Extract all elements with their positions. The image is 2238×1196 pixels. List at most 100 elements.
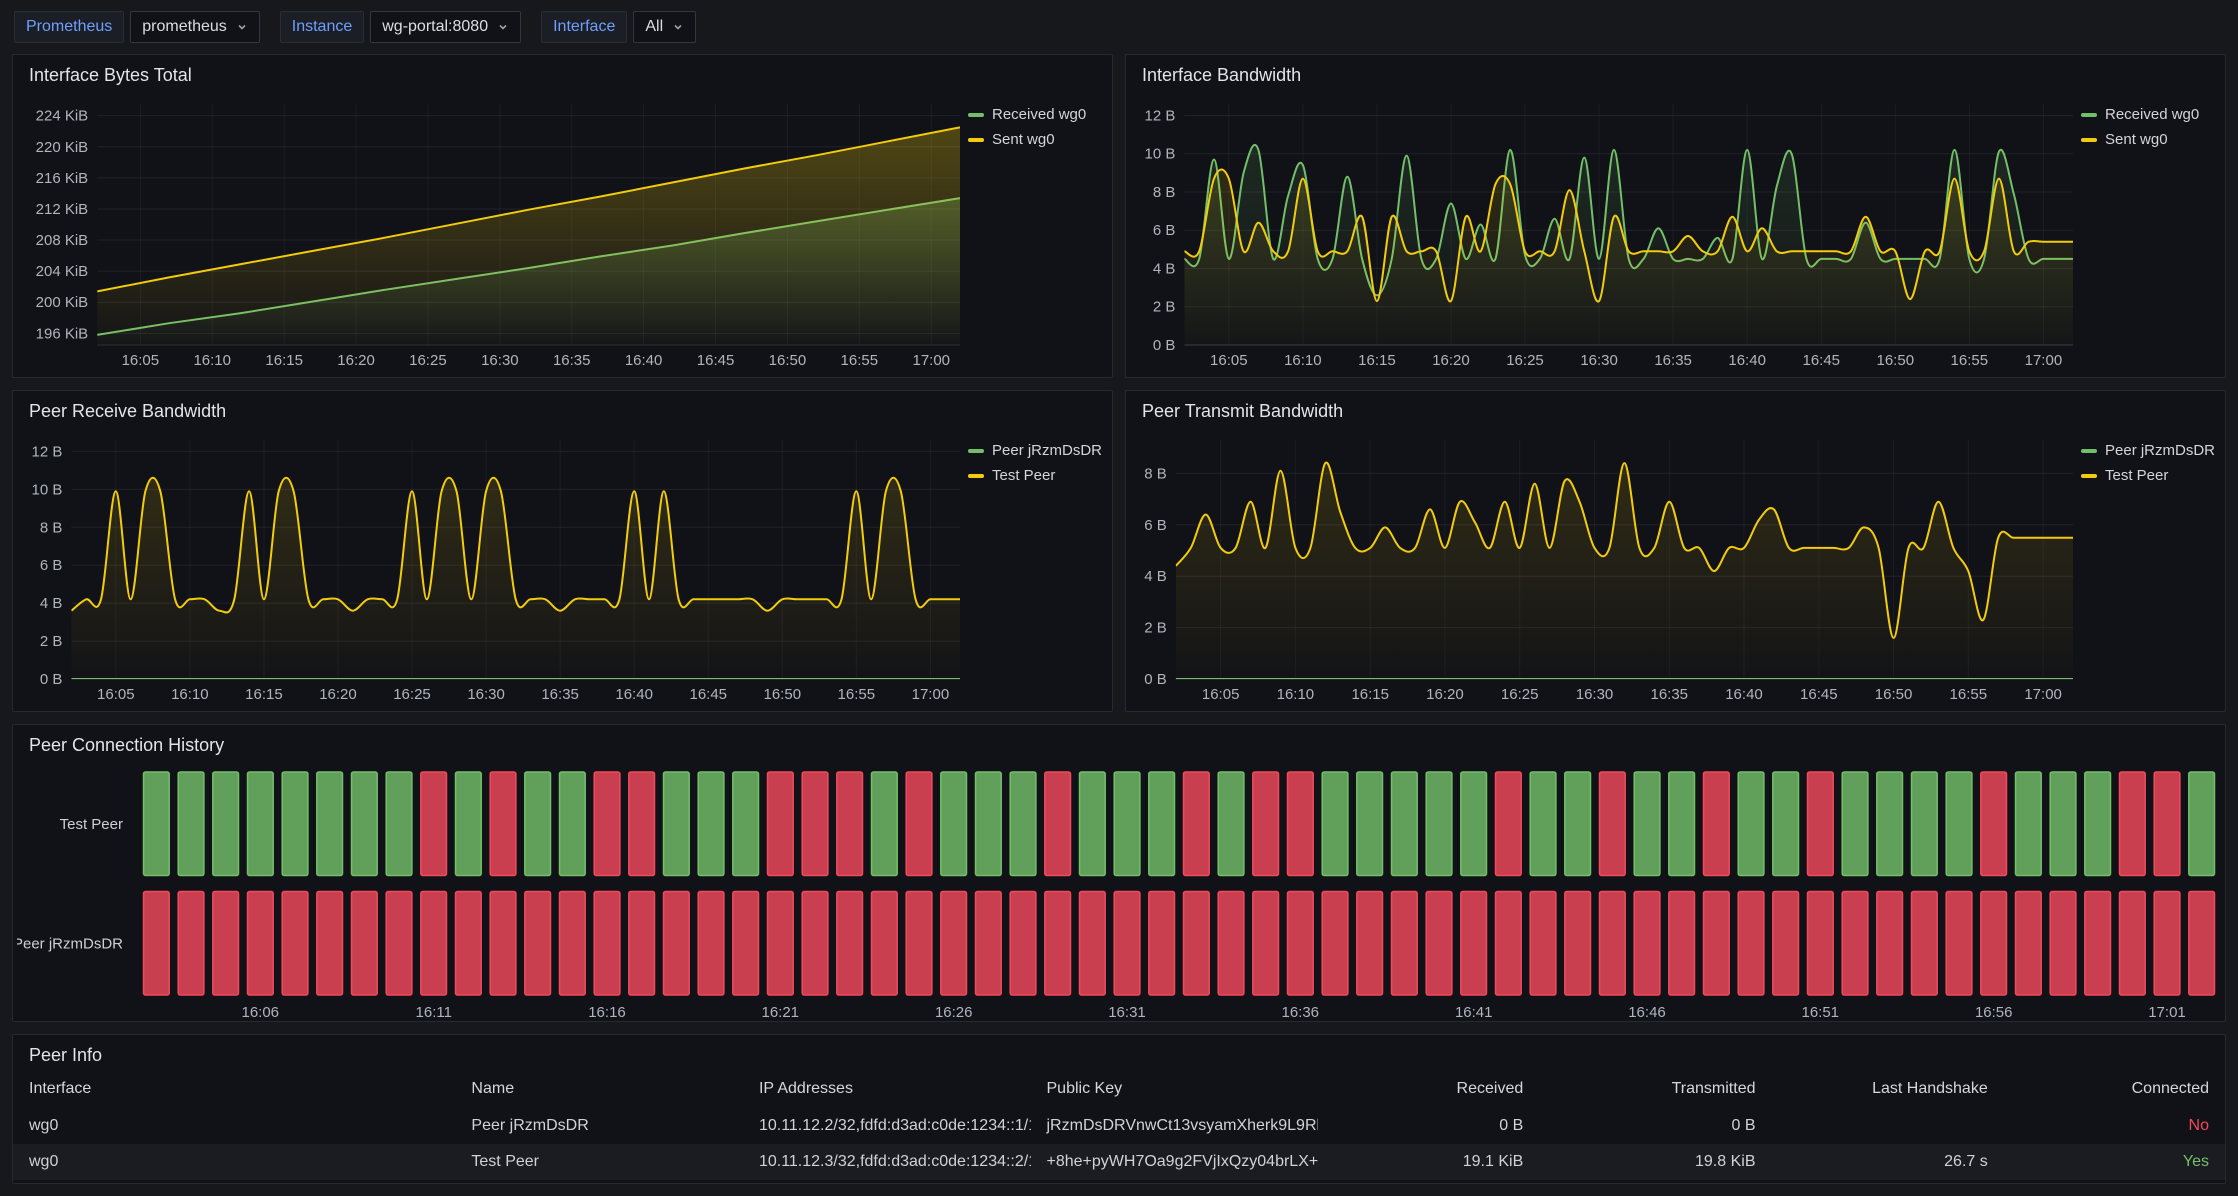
status-bar[interactable] — [768, 892, 794, 996]
status-bar[interactable] — [1114, 892, 1140, 996]
status-bar[interactable] — [1946, 772, 1972, 876]
status-bar[interactable] — [2085, 772, 2111, 876]
status-bar[interactable] — [1426, 892, 1452, 996]
legend-item-test-peer[interactable]: Test Peer — [968, 467, 1102, 484]
status-bar[interactable] — [976, 772, 1002, 876]
status-bar[interactable] — [1842, 892, 1868, 996]
legend-item-received-wg0[interactable]: Received wg0 — [968, 106, 1102, 123]
status-bar[interactable] — [1080, 892, 1106, 996]
panel-title[interactable]: Peer Info — [13, 1035, 2225, 1070]
status-bar[interactable] — [386, 772, 412, 876]
status-bar[interactable] — [1392, 892, 1418, 996]
status-bar[interactable] — [906, 772, 932, 876]
status-bar[interactable] — [1322, 772, 1348, 876]
peer-receive-bandwidth-chart[interactable]: 0 B2 B4 B6 B8 B10 B12 B16:0516:1016:1516… — [19, 428, 968, 705]
status-bar[interactable] — [560, 772, 586, 876]
status-bar[interactable] — [1114, 772, 1140, 876]
status-bar[interactable] — [1357, 772, 1383, 876]
status-bar[interactable] — [2050, 772, 2076, 876]
status-bar[interactable] — [248, 772, 274, 876]
line-chart-svg[interactable]: 0 B2 B4 B6 B8 B16:0516:1016:1516:2016:25… — [1132, 428, 2081, 705]
status-bar[interactable] — [248, 892, 274, 996]
status-bar[interactable] — [2085, 892, 2111, 996]
status-bar[interactable] — [1704, 892, 1730, 996]
status-bar[interactable] — [178, 772, 204, 876]
peer-connection-history-chart[interactable]: Test PeerPeer jRzmDsDR16:0616:1116:1616:… — [13, 760, 2225, 1021]
status-bar[interactable] — [2154, 892, 2180, 996]
status-bar[interactable] — [629, 772, 655, 876]
status-bar[interactable] — [872, 892, 898, 996]
status-bar[interactable] — [1461, 772, 1487, 876]
status-bar[interactable] — [2189, 772, 2215, 876]
status-bar[interactable] — [1912, 772, 1938, 876]
status-bar[interactable] — [1253, 892, 1279, 996]
legend-item-sent-wg0[interactable]: Sent wg0 — [968, 131, 1102, 148]
panel-title[interactable]: Peer Receive Bandwidth — [13, 391, 1112, 426]
panel-title[interactable]: Interface Bytes Total — [13, 55, 1112, 90]
status-bar[interactable] — [1565, 892, 1591, 996]
column-header-public-key[interactable]: Public Key — [1031, 1070, 1319, 1108]
line-chart-svg[interactable]: 0 B2 B4 B6 B8 B10 B12 B16:0516:1016:1516… — [1132, 92, 2081, 371]
status-bar[interactable] — [1253, 772, 1279, 876]
status-bar[interactable] — [213, 892, 239, 996]
status-bar[interactable] — [352, 772, 378, 876]
status-bar[interactable] — [594, 892, 620, 996]
status-bar[interactable] — [1426, 772, 1452, 876]
status-bar[interactable] — [525, 892, 551, 996]
status-bar[interactable] — [1808, 772, 1834, 876]
status-history-svg[interactable]: Test PeerPeer jRzmDsDR16:0616:1116:1616:… — [17, 764, 2229, 1025]
status-bar[interactable] — [1530, 772, 1556, 876]
status-bar[interactable] — [1634, 772, 1660, 876]
status-bar[interactable] — [1288, 772, 1314, 876]
status-bar[interactable] — [1704, 772, 1730, 876]
legend-item-test-peer[interactable]: Test Peer — [2081, 467, 2215, 484]
status-bar[interactable] — [1912, 892, 1938, 996]
column-header-connected[interactable]: Connected — [2004, 1070, 2225, 1108]
status-bar[interactable] — [1288, 892, 1314, 996]
status-bar[interactable] — [1877, 772, 1903, 876]
status-bar[interactable] — [941, 892, 967, 996]
status-bar[interactable] — [2154, 772, 2180, 876]
status-bar[interactable] — [1981, 772, 2007, 876]
status-bar[interactable] — [2120, 772, 2146, 876]
status-bar[interactable] — [1842, 772, 1868, 876]
status-bar[interactable] — [1738, 772, 1764, 876]
peer-transmit-bandwidth-chart[interactable]: 0 B2 B4 B6 B8 B16:0516:1016:1516:2016:25… — [1132, 428, 2081, 705]
status-bar[interactable] — [1738, 892, 1764, 996]
status-bar[interactable] — [1669, 892, 1695, 996]
column-header-received[interactable]: Received — [1318, 1070, 1539, 1108]
status-bar[interactable] — [1045, 772, 1071, 876]
status-bar[interactable] — [802, 772, 828, 876]
status-bar[interactable] — [352, 892, 378, 996]
var-prometheus-dropdown[interactable]: prometheus — [130, 11, 260, 43]
status-bar[interactable] — [906, 892, 932, 996]
status-bar[interactable] — [490, 772, 516, 876]
status-bar[interactable] — [1149, 892, 1175, 996]
status-bar[interactable] — [629, 892, 655, 996]
status-bar[interactable] — [1080, 772, 1106, 876]
status-bar[interactable] — [525, 772, 551, 876]
status-bar[interactable] — [976, 892, 1002, 996]
status-bar[interactable] — [1600, 772, 1626, 876]
status-bar[interactable] — [1184, 892, 1210, 996]
status-bar[interactable] — [282, 892, 308, 996]
status-bar[interactable] — [421, 892, 447, 996]
column-header-transmitted[interactable]: Transmitted — [1539, 1070, 1771, 1108]
status-bar[interactable] — [1322, 892, 1348, 996]
status-bar[interactable] — [594, 772, 620, 876]
status-bar[interactable] — [1634, 892, 1660, 996]
var-interface-dropdown[interactable]: All — [633, 11, 696, 43]
status-bar[interactable] — [1010, 892, 1036, 996]
legend-item-sent-wg0[interactable]: Sent wg0 — [2081, 131, 2215, 148]
panel-title[interactable]: Peer Connection History — [13, 725, 2225, 760]
status-bar[interactable] — [1808, 892, 1834, 996]
status-bar[interactable] — [733, 772, 759, 876]
status-bar[interactable] — [2120, 892, 2146, 996]
status-bar[interactable] — [1461, 892, 1487, 996]
status-bar[interactable] — [698, 892, 724, 996]
status-bar[interactable] — [2189, 892, 2215, 996]
status-bar[interactable] — [386, 892, 412, 996]
status-bar[interactable] — [664, 772, 690, 876]
status-bar[interactable] — [768, 772, 794, 876]
column-header-ip-addresses[interactable]: IP Addresses — [743, 1070, 1031, 1108]
